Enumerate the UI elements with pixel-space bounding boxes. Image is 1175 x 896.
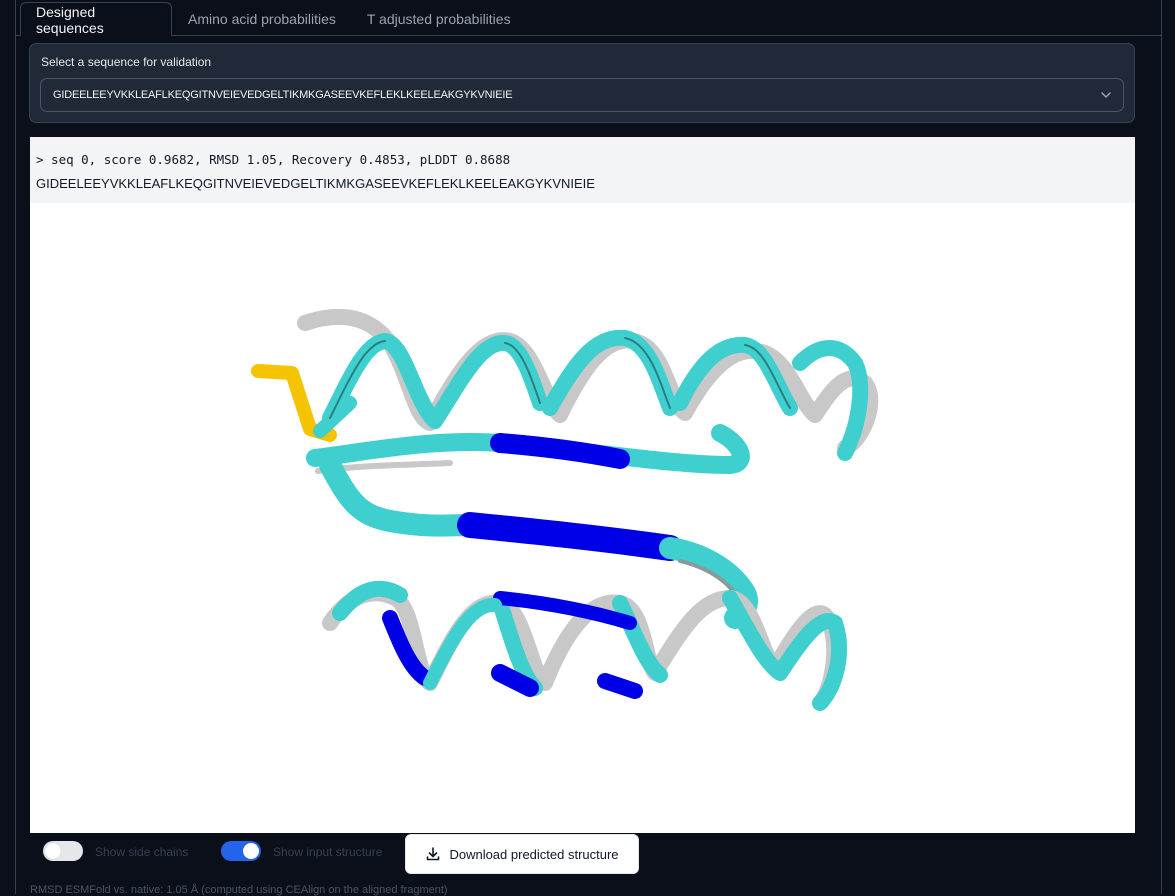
tab-amino-acid-probabilities[interactable]: Amino acid probabilities bbox=[172, 2, 351, 36]
frame-edge-right bbox=[1161, 0, 1162, 894]
sequence-dropdown-value: GIDEELEEYVKKLEAFLKEQGITNVEIEVEDGELTIKMKG… bbox=[53, 89, 513, 101]
sequence-output: > seq 0, score 0.9682, RMSD 1.05, Recove… bbox=[30, 137, 1135, 203]
download-structure-label: Download predicted structure bbox=[449, 846, 619, 862]
show-side-chains-toggle[interactable] bbox=[43, 841, 83, 861]
frame-edge-left bbox=[15, 0, 16, 894]
show-input-structure-label: Show input structure bbox=[273, 845, 383, 859]
cartoon-strand-middle-blue bbox=[457, 512, 683, 561]
cartoon-helix-bottom-cyan bbox=[423, 598, 502, 690]
tab-designed-sequences[interactable]: Designed sequences bbox=[20, 2, 172, 36]
protein-cartoon bbox=[251, 308, 879, 711]
download-icon bbox=[427, 847, 440, 861]
tab-bar: Designed sequences Amino acid probabilit… bbox=[20, 2, 526, 36]
tab-t-adjusted-probabilities[interactable]: T adjusted probabilities bbox=[351, 2, 526, 36]
tab-divider bbox=[15, 35, 21, 36]
sequence-selector-label: Select a sequence for validation bbox=[41, 55, 212, 69]
cartoon-strand-middle-cyan bbox=[319, 454, 481, 537]
sequence-selector-block: Select a sequence for validation GIDEELE… bbox=[29, 43, 1135, 123]
chevron-down-icon bbox=[1101, 92, 1111, 98]
rmsd-footer-text: RMSD ESMFold vs. native: 1.05 Å (compute… bbox=[30, 884, 448, 896]
show-input-structure-toggle[interactable] bbox=[221, 841, 261, 861]
sequence-dropdown[interactable]: GIDEELEEYVKKLEAFLKEQGITNVEIEVEDGELTIKMKG… bbox=[40, 78, 1124, 112]
show-side-chains-label: Show side chains bbox=[95, 845, 189, 859]
toggle-knob bbox=[45, 843, 61, 859]
tab-divider bbox=[172, 35, 1161, 36]
cartoon-helix-bottom-blue bbox=[597, 673, 643, 699]
sequence-header: > seq 0, score 0.9682, RMSD 1.05, Recove… bbox=[36, 152, 511, 167]
structure-viewer[interactable] bbox=[30, 203, 1135, 833]
toggle-knob bbox=[243, 843, 259, 859]
sequence-residues: GIDEELEEYVKKLEAFLKEQGITNVEIEVEDGELTIKMKG… bbox=[36, 176, 595, 191]
download-structure-button[interactable]: Download predicted structure bbox=[405, 834, 639, 874]
